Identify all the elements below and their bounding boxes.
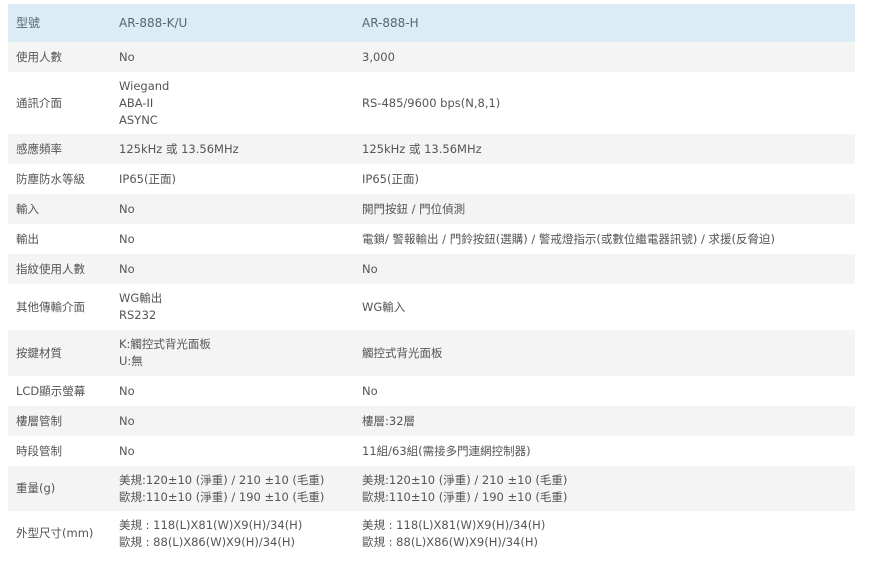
cell-model-b: IP65(正面) <box>354 164 855 194</box>
cell-model-b: 11組/63組(需接多門連網控制器) <box>354 436 855 466</box>
row-label: 防塵防水等級 <box>8 164 111 194</box>
cell-line: No <box>119 49 135 64</box>
cell-line: 125kHz 或 13.56MHz <box>119 141 239 156</box>
cell-line: No <box>119 413 135 428</box>
cell-line: 觸控式背光面板 <box>362 345 443 360</box>
cell-line: 3,000 <box>362 49 395 64</box>
row-label: 樓層管制 <box>8 406 111 436</box>
table-row: LCD顯示螢幕 No No <box>8 376 855 406</box>
cell-line: WG輸出 <box>119 291 163 305</box>
cell-line: IP65(正面) <box>362 171 419 186</box>
table-row: 樓層管制 No 樓層:32層 <box>8 406 855 436</box>
table-row: 外型尺寸(mm) 美規 : 118(L)X81(W)X9(H)/34(H) 歐規 :… <box>8 511 855 556</box>
cell-model-a: 美規 : 118(L)X81(W)X9(H)/34(H) 歐規 : 88(L)X8… <box>111 511 354 556</box>
cell-model-b: RS-485/9600 bps(N,8,1) <box>354 72 855 134</box>
cell-line: RS232 <box>119 308 157 322</box>
cell-line: 125kHz 或 13.56MHz <box>362 141 482 156</box>
cell-line: 歐規 : 88(L)X86(W)X9(H)/34(H) <box>119 534 295 549</box>
cell-line: No <box>119 383 135 398</box>
header-model-a: AR-888-K/U <box>111 4 354 42</box>
cell-line: 歐規:110±10 (淨重) / 190 ±10 (毛重) <box>119 489 325 504</box>
table-row: 通訊介面 Wiegand ABA-II ASYNC RS-485/9600 bps(N,… <box>8 72 855 134</box>
table-row: 防塵防水等級 IP65(正面) IP65(正面) <box>8 164 855 194</box>
table-row: 指紋使用人數 No No <box>8 254 855 284</box>
cell-line: ABA-II <box>119 95 154 110</box>
spec-table-header: 型號 AR-888-K/U AR-888-H <box>8 4 855 42</box>
table-row: 輸入 No 開門按鈕 / 門位偵測 <box>8 194 855 224</box>
table-row: 重量(g) 美規:120±10 (淨重) / 210 ±10 (毛重) 歐規:110… <box>8 466 855 511</box>
table-row: 其他傳輸介面 WG輸出 RS232 WG輸入 <box>8 284 855 330</box>
row-label: 其他傳輸介面 <box>8 284 111 330</box>
row-label: 重量(g) <box>8 466 111 511</box>
cell-model-a: No <box>111 194 354 224</box>
cell-line: 美規 : 118(L)X81(W)X9(H)/34(H) <box>119 517 303 532</box>
header-model-b: AR-888-H <box>354 4 855 42</box>
cell-model-b: 電鎖/ 警報輸出 / 門鈴按鈕(選購) / 警戒燈指示(或數位繼電器訊號) / … <box>354 224 855 254</box>
cell-model-a: Wiegand ABA-II ASYNC <box>111 72 354 134</box>
cell-line: K:觸控式背光面板 <box>119 337 211 351</box>
cell-model-a: 125kHz 或 13.56MHz <box>111 134 354 164</box>
cell-model-a: WG輸出 RS232 <box>111 284 354 330</box>
cell-model-b: 開門按鈕 / 門位偵測 <box>354 194 855 224</box>
cell-model-a: No <box>111 436 354 466</box>
cell-model-a: No <box>111 224 354 254</box>
cell-model-b: 觸控式背光面板 <box>354 330 855 376</box>
table-row: 按鍵材質 K:觸控式背光面板 U:無 觸控式背光面板 <box>8 330 855 376</box>
cell-model-a: No <box>111 42 354 72</box>
cell-line: RS-485/9600 bps(N,8,1) <box>362 95 501 110</box>
row-label: 輸入 <box>8 194 111 224</box>
cell-line: 樓層:32層 <box>362 413 416 428</box>
cell-model-b: 樓層:32層 <box>354 406 855 436</box>
cell-model-a: IP65(正面) <box>111 164 354 194</box>
cell-model-a: K:觸控式背光面板 U:無 <box>111 330 354 376</box>
cell-line: 11組/63組(需接多門連網控制器) <box>362 443 531 458</box>
header-row: 型號 AR-888-K/U AR-888-H <box>8 4 855 42</box>
cell-line: 開門按鈕 / 門位偵測 <box>362 201 466 216</box>
row-label: 按鍵材質 <box>8 330 111 376</box>
cell-line: 電鎖/ 警報輸出 / 門鈴按鈕(選購) / 警戒燈指示(或數位繼電器訊號) / … <box>362 231 776 246</box>
spec-table: 型號 AR-888-K/U AR-888-H 使用人數 No 3,000 通訊介面 Wi… <box>8 4 855 556</box>
cell-line: IP65(正面) <box>119 171 176 186</box>
cell-line: 美規 : 118(L)X81(W)X9(H)/34(H) <box>362 517 546 532</box>
cell-line: No <box>119 201 135 216</box>
cell-line: No <box>119 261 135 276</box>
row-label: 感應頻率 <box>8 134 111 164</box>
spec-table-body: 使用人數 No 3,000 通訊介面 Wiegand ABA-II ASYNC RS-485/… <box>8 42 855 556</box>
cell-model-b: 125kHz 或 13.56MHz <box>354 134 855 164</box>
cell-model-a: 美規:120±10 (淨重) / 210 ±10 (毛重) 歐規:110±10 (… <box>111 466 354 511</box>
cell-line: 歐規:110±10 (淨重) / 190 ±10 (毛重) <box>362 489 568 504</box>
cell-model-b: No <box>354 254 855 284</box>
table-row: 時段管制 No 11組/63組(需接多門連網控制器) <box>8 436 855 466</box>
cell-model-a: No <box>111 376 354 406</box>
cell-line: ASYNC <box>119 112 158 127</box>
row-label: 輸出 <box>8 224 111 254</box>
cell-model-b: 3,000 <box>354 42 855 72</box>
cell-line: No <box>362 383 378 398</box>
cell-line: No <box>119 443 135 458</box>
cell-model-a: No <box>111 254 354 284</box>
header-label: 型號 <box>8 4 111 42</box>
cell-line: 歐規 : 88(L)X86(W)X9(H)/34(H) <box>362 534 538 549</box>
cell-model-b: No <box>354 376 855 406</box>
cell-model-a: No <box>111 406 354 436</box>
cell-line: U:無 <box>119 354 143 368</box>
cell-line: Wiegand <box>119 78 170 93</box>
cell-model-b: 美規 : 118(L)X81(W)X9(H)/34(H) 歐規 : 88(L)X8… <box>354 511 855 556</box>
cell-line: WG輸入 <box>362 299 406 314</box>
cell-line: 美規:120±10 (淨重) / 210 ±10 (毛重) <box>362 472 568 487</box>
row-label: 外型尺寸(mm) <box>8 511 111 556</box>
row-label: 通訊介面 <box>8 72 111 134</box>
cell-line: No <box>119 231 135 246</box>
cell-line: 美規:120±10 (淨重) / 210 ±10 (毛重) <box>119 472 325 487</box>
cell-model-b: WG輸入 <box>354 284 855 330</box>
table-row: 輸出 No 電鎖/ 警報輸出 / 門鈴按鈕(選購) / 警戒燈指示(或數位繼電器訊號… <box>8 224 855 254</box>
cell-model-b: 美規:120±10 (淨重) / 210 ±10 (毛重) 歐規:110±10 (… <box>354 466 855 511</box>
row-label: LCD顯示螢幕 <box>8 376 111 406</box>
row-label: 時段管制 <box>8 436 111 466</box>
row-label: 指紋使用人數 <box>8 254 111 284</box>
table-row: 感應頻率 125kHz 或 13.56MHz 125kHz 或 13.56MHz <box>8 134 855 164</box>
table-row: 使用人數 No 3,000 <box>8 42 855 72</box>
cell-line: No <box>362 261 378 276</box>
row-label: 使用人數 <box>8 42 111 72</box>
